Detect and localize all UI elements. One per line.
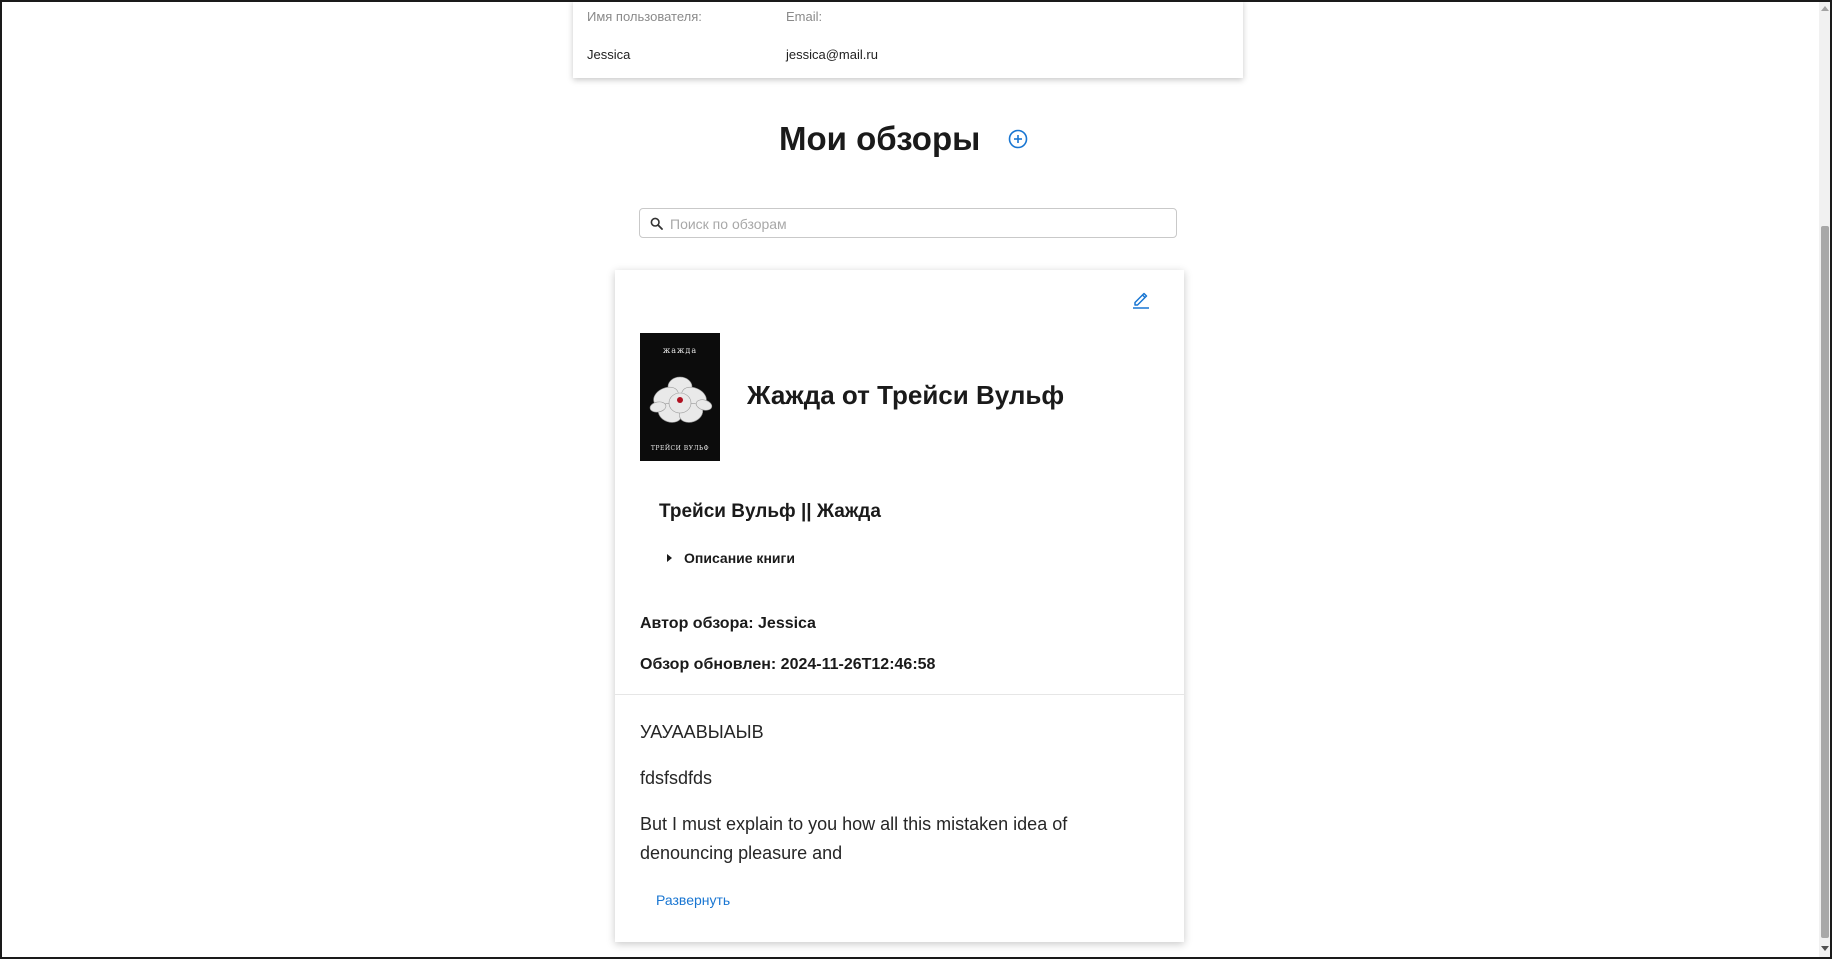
review-paragraph: But I must explain to you how all this m…	[640, 814, 1068, 863]
scroll-down-arrow-icon[interactable]	[1821, 946, 1829, 951]
expand-button[interactable]: Развернуть	[656, 892, 730, 908]
edit-review-button[interactable]	[1130, 286, 1152, 310]
description-toggle[interactable]: Описание книги	[667, 550, 795, 566]
username-value: Jessica	[587, 47, 631, 62]
flower-illustration	[649, 376, 713, 423]
review-author: Автор обзора: Jessica	[640, 615, 816, 632]
search-icon	[650, 217, 663, 230]
add-review-button[interactable]	[1007, 128, 1029, 150]
book-title: Жажда от Трейси Вульф	[747, 380, 1065, 410]
email-label: Email:	[786, 9, 823, 24]
scroll-up-arrow-icon[interactable]	[1821, 6, 1829, 11]
email-value: jessica@mail.ru	[786, 47, 878, 62]
search-input[interactable]	[668, 213, 1172, 235]
user-info-card: Имя пользователя: Email: Jessica jessica…	[573, 2, 1243, 78]
divider	[615, 694, 1184, 695]
page-viewport: Имя пользователя: Email: Jessica jessica…	[2, 2, 1819, 957]
cover-author: ТРЕЙСИ ВУЛЬФ	[650, 445, 710, 452]
search-box	[639, 208, 1177, 238]
pencil-icon	[1133, 292, 1149, 309]
book-cover-image: жажда ТРЕЙСИ ВУЛЬФ	[640, 333, 720, 461]
vertical-scrollbar[interactable]	[1819, 2, 1830, 957]
review-paragraph: fdsfsdfds	[640, 768, 713, 788]
username-label: Имя пользователя:	[587, 9, 702, 24]
description-toggle-label: Описание книги	[684, 550, 795, 566]
book-subtitle: Трейси Вульф || Жажда	[659, 501, 881, 522]
scrollbar-thumb[interactable]	[1821, 226, 1829, 938]
page-title: Мои обзоры	[779, 120, 981, 157]
caret-right-icon	[667, 554, 672, 562]
cover-title: жажда	[662, 346, 698, 355]
review-updated: Обзор обновлен: 2024-11-26T12:46:58	[640, 656, 936, 673]
plus-circle-icon	[1008, 129, 1028, 149]
review-card: жажда ТРЕЙСИ ВУЛЬФ Жажда от Трейси Вульф…	[615, 270, 1184, 942]
review-paragraph: УАУААВЫАЫВ	[640, 722, 764, 742]
